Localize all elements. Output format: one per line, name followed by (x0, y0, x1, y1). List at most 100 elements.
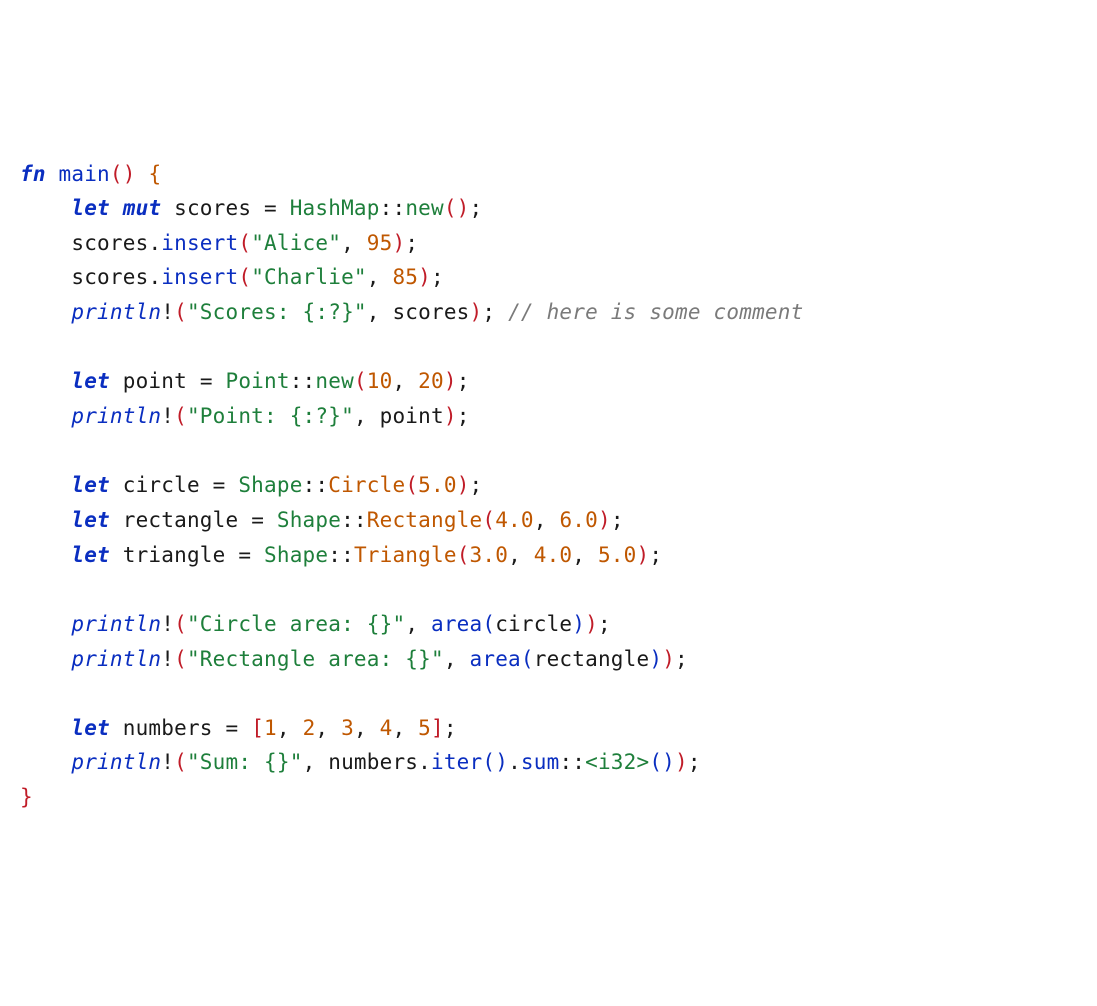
paren: ( (174, 404, 187, 428)
brace: } (20, 785, 33, 809)
type-shape: Shape (238, 473, 302, 497)
op: = (200, 369, 213, 393)
bang: ! (161, 750, 174, 774)
paren: ( (174, 647, 187, 671)
fn-insert: insert (161, 265, 238, 289)
paren: ) (444, 404, 457, 428)
bang: ! (161, 404, 174, 428)
paren: ( (405, 473, 418, 497)
type-point: Point (226, 369, 290, 393)
sep: :: (303, 473, 329, 497)
fn-new: new (405, 196, 444, 220)
var-scores: scores (71, 231, 148, 255)
keyword-let: let (71, 369, 110, 393)
comma: , (354, 716, 367, 740)
comma: , (508, 543, 521, 567)
keyword-let: let (71, 543, 110, 567)
num-5.0: 5.0 (418, 473, 457, 497)
keyword-let: let (71, 196, 110, 220)
bracket: [ (251, 716, 264, 740)
bang: ! (161, 612, 174, 636)
type-shape: Shape (264, 543, 328, 567)
semi: ; (444, 716, 457, 740)
var-rectangle: rectangle (123, 508, 239, 532)
dot: . (148, 231, 161, 255)
paren: ) (444, 369, 457, 393)
str-circle-fmt: "Circle area: {}" (187, 612, 405, 636)
semi: ; (649, 543, 662, 567)
paren: ) (675, 750, 688, 774)
str-rect-fmt: "Rectangle area: {}" (187, 647, 444, 671)
brace: { (148, 162, 161, 186)
num-85: 85 (392, 265, 418, 289)
op: = (238, 543, 251, 567)
num-2: 2 (303, 716, 316, 740)
comma: , (405, 612, 418, 636)
num-3.0: 3.0 (470, 543, 509, 567)
comma: , (303, 750, 316, 774)
fn-new: new (315, 369, 354, 393)
paren: ( (174, 300, 187, 324)
comma: , (392, 369, 405, 393)
comma: , (534, 508, 547, 532)
sep: :: (290, 369, 316, 393)
type-i32: i32 (598, 750, 637, 774)
macro-println: println (71, 612, 161, 636)
paren: ( (174, 612, 187, 636)
fn-iter: iter (431, 750, 482, 774)
comma: , (367, 265, 380, 289)
comma: , (354, 404, 367, 428)
paren: ) (572, 612, 585, 636)
angle: < (585, 750, 598, 774)
semi: ; (482, 300, 495, 324)
paren: ) (637, 543, 650, 567)
paren: ) (470, 300, 483, 324)
comment: // here is some comment (508, 300, 803, 324)
var-scores: scores (392, 300, 469, 324)
num-4: 4 (380, 716, 393, 740)
paren: ) (662, 647, 675, 671)
num-20: 20 (418, 369, 444, 393)
str-point-fmt: "Point: {:?}" (187, 404, 354, 428)
var-point: point (380, 404, 444, 428)
sep: :: (328, 543, 354, 567)
paren: () (482, 750, 508, 774)
num-4.0: 4.0 (534, 543, 573, 567)
dot: . (148, 265, 161, 289)
paren: ) (585, 612, 598, 636)
num-95: 95 (367, 231, 393, 255)
code-block: fn main() { let mut scores = HashMap::ne… (20, 157, 1077, 815)
sep: :: (380, 196, 406, 220)
fn-insert: insert (161, 231, 238, 255)
paren: ) (392, 231, 405, 255)
semi: ; (431, 265, 444, 289)
str-alice: "Alice" (251, 231, 341, 255)
angle: > (637, 750, 650, 774)
str-charlie: "Charlie" (251, 265, 367, 289)
var-rectangle: rectangle (534, 647, 650, 671)
paren: ) (457, 473, 470, 497)
semi: ; (470, 473, 483, 497)
macro-println: println (71, 300, 161, 324)
fn-sum: sum (521, 750, 560, 774)
num-10: 10 (367, 369, 393, 393)
bang: ! (161, 300, 174, 324)
paren: ( (521, 647, 534, 671)
comma: , (367, 300, 380, 324)
paren: ) (418, 265, 431, 289)
dot: . (418, 750, 431, 774)
paren: ( (457, 543, 470, 567)
semi: ; (457, 404, 470, 428)
keyword-let: let (71, 473, 110, 497)
fn-area: area (470, 647, 521, 671)
op: = (264, 196, 277, 220)
variant-circle: Circle (328, 473, 405, 497)
paren: ( (482, 508, 495, 532)
var-triangle: triangle (123, 543, 226, 567)
num-5: 5 (418, 716, 431, 740)
bang: ! (161, 647, 174, 671)
paren: ( (174, 750, 187, 774)
num-1: 1 (264, 716, 277, 740)
var-circle: circle (495, 612, 572, 636)
paren: () (649, 750, 675, 774)
